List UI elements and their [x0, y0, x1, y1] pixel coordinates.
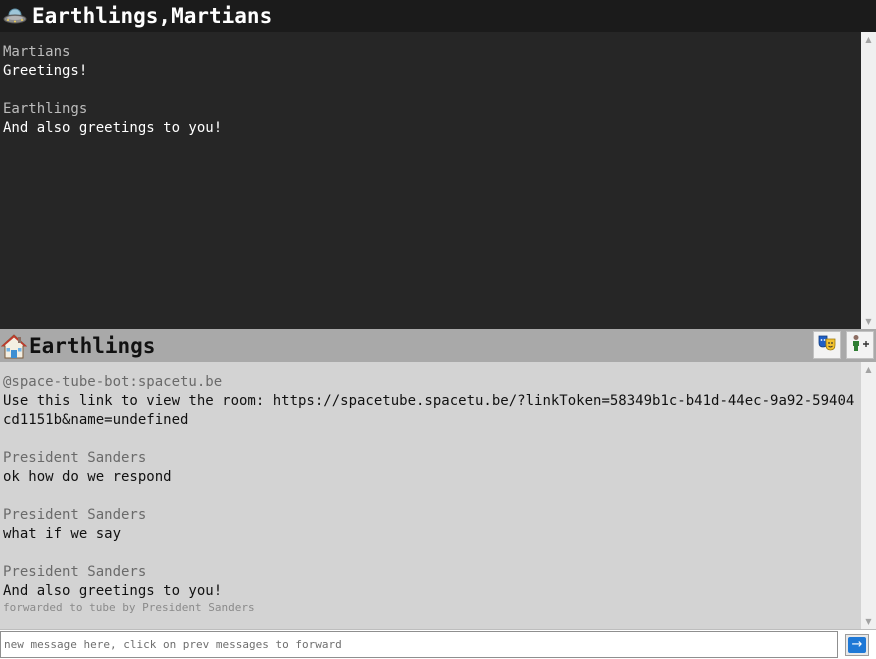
message[interactable]: President Sanders ok how do we respond	[0, 449, 861, 487]
top-room-messages[interactable]: Martians Greetings! Earthlings And also …	[0, 32, 861, 329]
scroll-up-icon[interactable]: ▲	[861, 32, 876, 47]
scroll-down-icon[interactable]: ▼	[861, 314, 876, 329]
message-sender: President Sanders	[3, 507, 147, 523]
message-sender: Martians	[3, 44, 71, 60]
scroll-up-icon[interactable]: ▲	[861, 362, 876, 377]
message-text: what if we say	[3, 526, 122, 542]
message[interactable]: @space-tube-bot:spacetu.be Use this link…	[0, 373, 861, 430]
performing-arts-masks-icon	[818, 334, 836, 356]
bottom-room-scrollbar[interactable]: ▲ ▼	[861, 362, 876, 629]
top-room-scrollbar[interactable]: ▲ ▼	[861, 32, 876, 329]
message-text: Use this link to view the room: https://…	[3, 393, 855, 428]
scroll-down-icon[interactable]: ▼	[861, 614, 876, 629]
message-text: Greetings!	[3, 63, 88, 79]
top-room-title: Earthlings,Martians	[32, 4, 273, 28]
top-room-header: Earthlings,Martians	[0, 0, 876, 32]
message[interactable]: Martians Greetings!	[0, 43, 861, 81]
message-composer: →	[0, 629, 876, 659]
message-sender: @space-tube-bot:spacetu.be	[3, 374, 223, 390]
forwarded-note: forwarded to tube by President Sanders	[3, 601, 255, 614]
house-icon	[0, 329, 28, 362]
message-text: And also greetings to you!	[3, 120, 223, 136]
send-button[interactable]: →	[845, 634, 869, 656]
add-person-button[interactable]	[846, 331, 874, 359]
message[interactable]: Earthlings And also greetings to you!	[0, 100, 861, 138]
bottom-room-header: Earthlings	[0, 329, 876, 362]
masks-button[interactable]	[813, 331, 841, 359]
message[interactable]: President Sanders And also greetings to …	[0, 563, 861, 614]
message-input[interactable]	[0, 631, 838, 658]
message-sender: Earthlings	[3, 101, 88, 117]
flying-saucer-icon	[0, 0, 30, 32]
bottom-room-title: Earthlings	[29, 333, 156, 358]
right-arrow-icon: →	[848, 637, 866, 653]
message-sender: President Sanders	[3, 450, 147, 466]
add-person-icon	[850, 334, 870, 356]
message-sender: President Sanders	[3, 564, 147, 580]
message-text: And also greetings to you!	[3, 583, 223, 599]
message-text: ok how do we respond	[3, 469, 172, 485]
message[interactable]: President Sanders what if we say	[0, 506, 861, 544]
bottom-room-messages[interactable]: @space-tube-bot:spacetu.be Use this link…	[0, 362, 861, 629]
